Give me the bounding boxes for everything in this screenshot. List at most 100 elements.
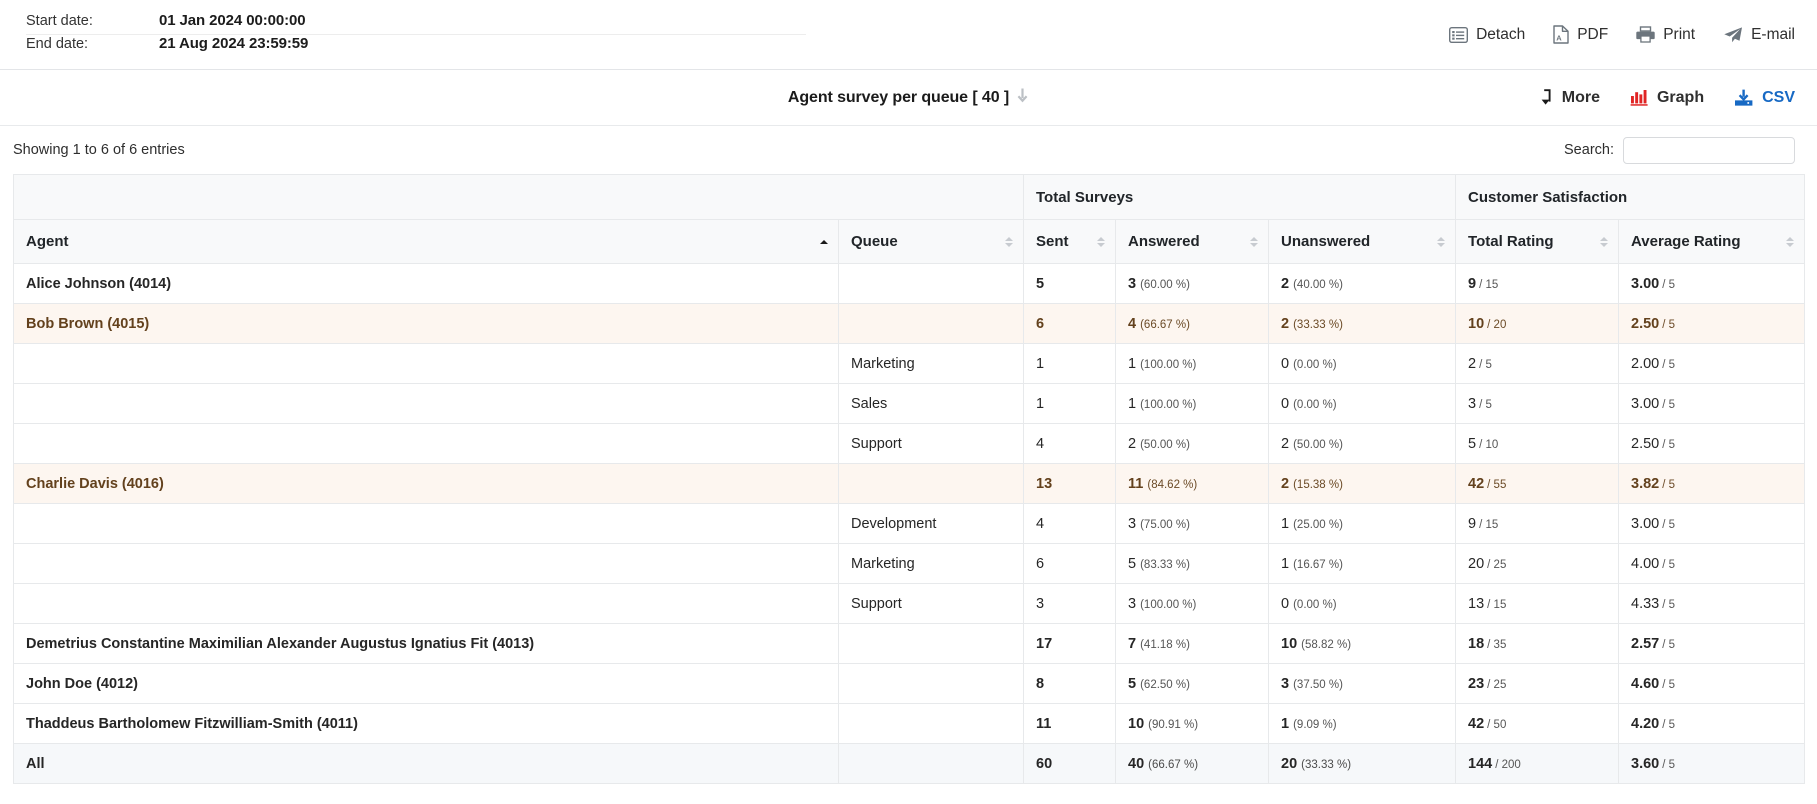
- cell-total-rating: 42/ 50: [1455, 703, 1620, 744]
- graph-button[interactable]: Graph: [1630, 89, 1704, 106]
- email-button[interactable]: E-mail: [1723, 26, 1795, 44]
- cell-answered: 2 (50.00 %): [1115, 423, 1269, 464]
- cell-agent: [13, 343, 839, 384]
- sort-icon-answered: [1250, 236, 1258, 247]
- cell-average-rating: 4.00/ 5: [1618, 543, 1806, 584]
- cell-agent: Alice Johnson (4014): [13, 263, 839, 304]
- sort-icon-queue: [1005, 236, 1013, 247]
- cell-answered: 40 (66.67 %): [1115, 743, 1269, 784]
- more-label: More: [1561, 88, 1600, 106]
- cell-agent: Thaddeus Bartholomew Fitzwilliam-Smith (…: [13, 703, 839, 744]
- cell-agent: Demetrius Constantine Maximilian Alexand…: [13, 623, 839, 664]
- table-row[interactable]: Support 3 3 (100.00 %) 0 (0.00 %) 13/ 15 4.33…: [13, 583, 1806, 624]
- svg-text:A: A: [1556, 33, 1562, 42]
- table-row[interactable]: Thaddeus Bartholomew Fitzwilliam-Smith (…: [13, 703, 1806, 744]
- cell-unanswered: 2 (33.33 %): [1267, 303, 1457, 344]
- table-row[interactable]: Development 4 3 (75.00 %) 1 (25.00 %) 9/ 15 3…: [13, 503, 1806, 544]
- more-button[interactable]: More: [1541, 89, 1600, 106]
- cell-average-rating: 4.60/ 5: [1618, 663, 1806, 704]
- table-row[interactable]: All 60 40 (66.67 %) 20 (33.33 %) 144/ 200 3.6…: [13, 743, 1806, 784]
- column-header-unanswered-label: Unanswered: [1281, 233, 1371, 250]
- cell-queue: Support: [838, 583, 1024, 624]
- date-range-block: Start date: 01 Jan 2024 00:00:00 End dat…: [26, 12, 806, 58]
- sort-icon-sent: [1097, 236, 1105, 247]
- cell-agent: [13, 383, 839, 424]
- cell-average-rating: 3.00/ 5: [1618, 503, 1806, 544]
- cell-total-rating: 23/ 25: [1455, 663, 1620, 704]
- group-header-blank: [13, 174, 1024, 220]
- cell-unanswered: 2 (15.38 %): [1267, 463, 1457, 504]
- cell-queue: [838, 263, 1024, 304]
- print-button[interactable]: Print: [1636, 26, 1695, 43]
- graph-label: Graph: [1656, 88, 1705, 106]
- table-row[interactable]: Alice Johnson (4014) 5 3 (60.00 %) 2 (40.00…: [13, 263, 1806, 304]
- report-title-group[interactable]: Agent survey per queue [ 40 ]: [788, 88, 1029, 108]
- start-date-label: Start date:: [26, 12, 93, 29]
- cell-answered: 3 (60.00 %): [1115, 263, 1269, 304]
- pdf-button[interactable]: A PDF: [1553, 25, 1608, 44]
- column-header-agent[interactable]: Agent: [13, 219, 839, 264]
- column-header-sent[interactable]: Sent: [1023, 219, 1116, 264]
- cell-unanswered: 2 (40.00 %): [1267, 263, 1457, 304]
- cell-unanswered: 10 (58.82 %): [1267, 623, 1457, 664]
- column-header-answered[interactable]: Answered: [1115, 219, 1269, 264]
- cell-answered: 11 (84.62 %): [1115, 463, 1269, 504]
- arrow-down-icon[interactable]: [1016, 88, 1029, 108]
- report-header-bar: Start date: 01 Jan 2024 00:00:00 End dat…: [0, 0, 1817, 70]
- table-row[interactable]: Bob Brown (4015) 6 4 (66.67 %) 2 (33.33 %) 1…: [13, 303, 1806, 344]
- end-date-value: 21 Aug 2024 23:59:59: [159, 34, 309, 52]
- column-header-answered-label: Answered: [1128, 233, 1200, 250]
- column-header-average-rating[interactable]: Average Rating: [1618, 219, 1806, 264]
- cell-total-rating: 144/ 200: [1455, 743, 1620, 784]
- column-header-queue[interactable]: Queue: [838, 219, 1024, 264]
- cell-total-rating: 9/ 15: [1455, 263, 1620, 304]
- table-row[interactable]: Charlie Davis (4016) 13 11 (84.62 %) 2 (15.…: [13, 463, 1806, 504]
- table-row[interactable]: Marketing 1 1 (100.00 %) 0 (0.00 %) 2/ 5 2.00…: [13, 343, 1806, 384]
- table-row[interactable]: Support 4 2 (50.00 %) 2 (50.00 %) 5/ 10 2.50/…: [13, 423, 1806, 464]
- cell-agent: [13, 423, 839, 464]
- cell-answered: 5 (62.50 %): [1115, 663, 1269, 704]
- cell-answered: 5 (83.33 %): [1115, 543, 1269, 584]
- csv-button[interactable]: CSV: [1734, 89, 1795, 107]
- cell-queue: Marketing: [838, 343, 1024, 384]
- cell-average-rating: 2.00/ 5: [1618, 343, 1806, 384]
- cell-agent: Bob Brown (4015): [13, 303, 839, 344]
- cell-average-rating: 3.60/ 5: [1618, 743, 1806, 784]
- cell-average-rating: 3.00/ 5: [1618, 383, 1806, 424]
- table-row[interactable]: Demetrius Constantine Maximilian Alexand…: [13, 623, 1806, 664]
- cell-total-rating: 18/ 35: [1455, 623, 1620, 664]
- report-toolbar: More Graph CSV: [1541, 89, 1795, 107]
- bar-chart-icon: [1630, 89, 1649, 106]
- end-date-row: End date: 21 Aug 2024 23:59:59: [26, 35, 806, 58]
- cell-average-rating: 4.33/ 5: [1618, 583, 1806, 624]
- table-row[interactable]: Marketing 6 5 (83.33 %) 1 (16.67 %) 20/ 25 4.…: [13, 543, 1806, 584]
- download-icon: [1734, 89, 1754, 107]
- cell-total-rating: 2/ 5: [1455, 343, 1620, 384]
- column-header-total-rating[interactable]: Total Rating: [1455, 219, 1620, 264]
- cell-sent: 5: [1023, 263, 1116, 304]
- detach-button[interactable]: Detach: [1449, 26, 1525, 43]
- cell-agent: All: [13, 743, 839, 784]
- column-header-agent-label: Agent: [26, 233, 69, 250]
- table-row[interactable]: Sales 1 1 (100.00 %) 0 (0.00 %) 3/ 5 3.00/ 5: [13, 383, 1806, 424]
- cell-queue: [838, 463, 1024, 504]
- cell-queue: Marketing: [838, 543, 1024, 584]
- cell-answered: 10 (90.91 %): [1115, 703, 1269, 744]
- cell-sent: 6: [1023, 543, 1116, 584]
- cell-unanswered: 1 (9.09 %): [1267, 703, 1457, 744]
- sort-icon-total-rating: [1600, 236, 1609, 247]
- table-container: Total Surveys Customer Satisfaction Agen…: [0, 174, 1817, 784]
- table-row[interactable]: John Doe (4012) 8 5 (62.50 %) 3 (37.50 %) 23…: [13, 663, 1806, 704]
- start-date-value: 01 Jan 2024 00:00:00: [159, 11, 306, 29]
- print-label: Print: [1663, 25, 1696, 43]
- email-icon: [1723, 26, 1743, 44]
- column-header-unanswered[interactable]: Unanswered: [1267, 219, 1457, 264]
- cell-agent: [13, 583, 839, 624]
- cell-answered: 7 (41.18 %): [1115, 623, 1269, 664]
- cell-average-rating: 3.82/ 5: [1618, 463, 1806, 504]
- search-input[interactable]: [1623, 136, 1795, 164]
- cell-total-rating: 3/ 5: [1455, 383, 1620, 424]
- cell-average-rating: 2.50/ 5: [1618, 303, 1806, 344]
- email-label: E-mail: [1751, 25, 1795, 43]
- page-title: Agent survey per queue [ 40 ]: [787, 88, 1010, 106]
